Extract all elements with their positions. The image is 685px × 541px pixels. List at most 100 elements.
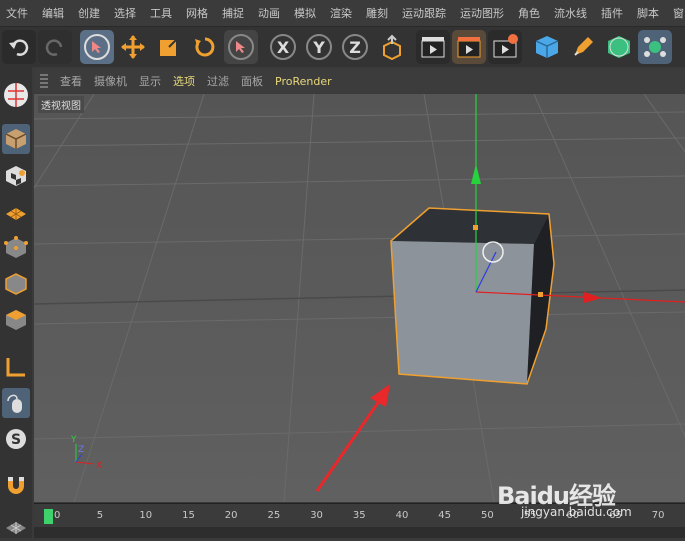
subdivision-button[interactable] [602,30,636,64]
menu-item[interactable]: 创建 [71,5,107,21]
viewport-menu-bar: 查看 摄像机 显示 选项 过滤 面板 ProRender [34,69,685,93]
z-axis-lock-button[interactable]: Z [338,30,372,64]
menu-item[interactable]: 角色 [511,5,547,21]
cursor-icon [236,41,245,53]
cloner-button[interactable] [638,30,672,64]
timeline-tick-label: 0 [54,510,61,521]
menu-item[interactable]: 渲染 [323,5,359,21]
snapping-button[interactable] [2,470,30,500]
points-cube-icon [4,236,28,258]
viewport-menu-item[interactable]: ProRender [269,75,338,88]
undo-button[interactable] [2,30,36,64]
viewport-menu-item[interactable]: 查看 [54,73,88,89]
viewport-scene[interactable]: Y X Z [34,94,685,502]
menu-item[interactable]: 流水线 [547,5,594,21]
polygons-cube-icon [6,310,26,330]
redo-icon [45,39,63,56]
axis-label-x: X [96,461,102,471]
menu-item[interactable]: 工具 [143,5,179,21]
pen-tool-button[interactable] [566,30,600,64]
timeline-tick-label: 40 [395,510,409,521]
render-to-picture-viewer-button[interactable] [452,30,486,64]
grid-plane-icon [6,208,26,220]
axis-label-z: Z [78,445,84,455]
viewport-menu-item[interactable]: 面板 [235,73,269,89]
viewport-menu-item[interactable]: 显示 [133,73,167,89]
redo-button[interactable] [38,30,72,64]
menu-item[interactable]: 文件 [0,5,35,21]
undo-icon [9,39,29,56]
recent-tool-button[interactable] [224,30,258,64]
timeline-tick-label: 10 [139,510,153,521]
cube-object[interactable] [390,207,555,385]
render-view-button[interactable] [416,30,450,64]
clapper-gear-icon [493,34,518,58]
sphere-icon [4,83,28,107]
x-axis-lock-button[interactable]: X [266,30,300,64]
scale-icon [160,37,179,56]
texture-mode-button[interactable] [2,161,30,191]
rotate-icon [195,37,215,57]
mouse-icon [7,394,22,413]
checker-cube-icon [6,166,26,186]
menu-item[interactable]: 雕刻 [359,5,395,21]
left-palette: S [0,67,32,538]
make-editable-button[interactable] [2,75,30,115]
workplane-button[interactable] [2,197,30,227]
scale-button[interactable] [152,30,186,64]
menu-item[interactable]: 动画 [251,5,287,21]
polygons-mode-button[interactable] [2,305,30,335]
timeline-tick-label: 25 [267,510,281,521]
menu-item[interactable]: 网格 [179,5,215,21]
pen-icon [574,37,593,56]
menu-item[interactable]: 运动图形 [453,5,511,21]
cloner-icon [644,37,666,57]
axis-mode-button[interactable] [2,352,30,382]
menu-item[interactable]: 编辑 [35,5,71,21]
grip-handle[interactable] [40,74,48,88]
timeline-tick-label: 35 [352,510,366,521]
cube-object-button[interactable] [530,30,564,64]
perspective-viewport[interactable]: Y X Z [34,94,685,502]
menu-item[interactable]: 捕捉 [215,5,251,21]
y-axis-lock-button[interactable]: Y [302,30,336,64]
menu-item[interactable]: 选择 [107,5,143,21]
workplane-grid-button[interactable] [2,511,30,541]
menu-item[interactable]: 窗口 [666,5,685,21]
timeline-tick-label: 20 [224,510,238,521]
viewport-menu-item[interactable]: 过滤 [201,73,235,89]
solo-mode-button[interactable]: S [2,424,30,454]
timeline-tick-label: 30 [310,510,323,521]
main-toolbar: X Y Z [0,27,685,67]
viewport-menu-item[interactable]: 选项 [167,73,201,89]
menu-bar: 文件 编辑 创建 选择 工具 网格 捕捉 动画 模拟 渲染 雕刻 运动跟踪 运动图形 角色 流水线 插件 脚本窗… [0,0,685,27]
timeline-tick-label: 15 [182,510,195,521]
move-button[interactable] [116,30,150,64]
viewport-menu-item[interactable]: 摄像机 [88,73,133,89]
menu-item[interactable]: 运动跟踪 [395,5,453,21]
tweak-mode-button[interactable] [2,388,30,418]
coordinate-system-icon [383,34,401,60]
live-select-button[interactable] [80,30,114,64]
menu-item[interactable]: 模拟 [287,5,323,21]
axis-label-y: Y [70,435,77,445]
rotate-button[interactable] [188,30,222,64]
timeline-tick-label: 70 [651,510,665,521]
edges-mode-button[interactable] [2,269,30,299]
grid-icon [6,522,26,534]
magnet-icon [8,477,24,494]
edges-cube-icon [5,273,27,295]
watermark-url: jingyan.baidu.com [521,505,632,519]
timeline-tick-label: 45 [438,510,452,521]
menu-item[interactable]: 脚本 [630,5,666,21]
current-frame-marker[interactable] [44,509,53,524]
bottom-bar [34,527,685,538]
viewport-title: 透视视图 [38,96,84,113]
coordinate-system-button[interactable] [374,30,408,64]
model-mode-button[interactable] [2,124,30,154]
menu-item[interactable]: 插件 [594,5,630,21]
points-mode-button[interactable] [2,233,30,263]
render-settings-button[interactable] [488,30,522,64]
solo-icon: S [6,429,26,449]
clapper-icon [421,37,445,58]
